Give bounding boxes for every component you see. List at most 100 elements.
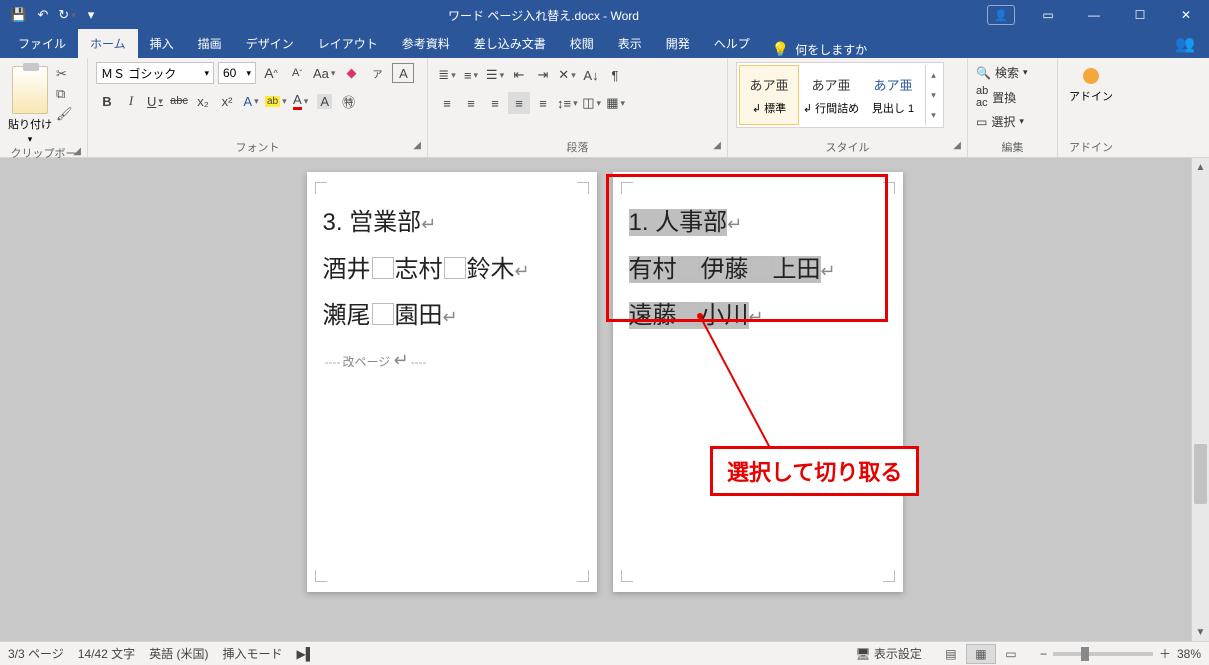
account-icon[interactable]: 👤: [987, 5, 1015, 25]
tab-layout[interactable]: レイアウト: [306, 29, 390, 58]
tab-insert[interactable]: 挿入: [138, 29, 186, 58]
find-button[interactable]: 🔍検索▾: [976, 64, 1028, 81]
undo-icon[interactable]: ↶: [34, 6, 52, 24]
annotation-selection-box: [606, 174, 888, 322]
bold-button[interactable]: B: [96, 90, 118, 112]
show-marks-button[interactable]: ¶: [604, 64, 626, 86]
zoom-out-button[interactable]: −: [1040, 647, 1047, 661]
styles-gallery[interactable]: あア亜 ↲ 標準 あア亜 ↲ 行間詰め あア亜 見出し 1 ▴▾▾: [736, 62, 944, 128]
align-left-button[interactable]: ≡: [436, 92, 458, 114]
align-right-button[interactable]: ≡: [484, 92, 506, 114]
font-launcher[interactable]: ◢: [413, 140, 421, 151]
style-normal[interactable]: あア亜 ↲ 標準: [739, 65, 799, 125]
tab-draw[interactable]: 描画: [186, 29, 234, 58]
text-effects-button[interactable]: A: [240, 90, 262, 112]
tab-view[interactable]: 表示: [606, 29, 654, 58]
highlight-button[interactable]: ab: [264, 90, 288, 112]
strike-button[interactable]: abc: [168, 90, 190, 112]
read-mode-button[interactable]: ▤: [936, 644, 966, 664]
page-left[interactable]: 3. 営業部 酒井志村鈴木 瀬尾園田 改ページ: [307, 172, 597, 592]
change-case-button[interactable]: Aa: [312, 62, 336, 84]
bulb-icon: 💡: [772, 41, 789, 58]
ribbon-options-icon[interactable]: ▭: [1025, 0, 1071, 30]
sort-button[interactable]: A↓: [580, 64, 602, 86]
char-shading-button[interactable]: A: [314, 90, 336, 112]
zoom-level[interactable]: 38%: [1177, 647, 1201, 661]
select-button[interactable]: ▭選択▾: [976, 113, 1028, 130]
tab-help[interactable]: ヘルプ: [702, 29, 762, 58]
styles-more[interactable]: ▴▾▾: [925, 65, 941, 125]
grow-font-button[interactable]: A^: [260, 62, 282, 84]
display-settings[interactable]: 🖥 表示設定: [855, 645, 922, 662]
addin-button[interactable]: アドイン: [1066, 68, 1116, 104]
numbering-button[interactable]: ≡: [460, 64, 482, 86]
increase-indent-button[interactable]: ⇥: [532, 64, 554, 86]
minimize-button[interactable]: ―: [1071, 0, 1117, 30]
tab-mailings[interactable]: 差し込み文書: [462, 29, 558, 58]
superscript-button[interactable]: x²: [216, 90, 238, 112]
paragraph-launcher[interactable]: ◢: [713, 140, 721, 151]
multilevel-button[interactable]: ☰: [484, 64, 506, 86]
quick-access-toolbar: 💾 ↶ ↻ ▾: [0, 6, 100, 24]
redo-icon[interactable]: ↻: [58, 6, 76, 24]
language-indicator[interactable]: 英語 (米国): [149, 645, 208, 662]
word-count[interactable]: 14/42 文字: [78, 645, 135, 662]
scroll-down-icon[interactable]: ▼: [1192, 623, 1209, 641]
share-button[interactable]: 👥: [1161, 30, 1209, 58]
line-spacing-button[interactable]: ↕≡: [556, 92, 579, 114]
style-heading1[interactable]: あア亜 見出し 1: [863, 65, 923, 125]
group-font: ＭＳ ゴシック▾ 60▾ A^ Aˇ Aa ◆ ア A B I U abc x₂…: [88, 58, 428, 157]
zoom-slider[interactable]: [1053, 652, 1153, 656]
web-layout-button[interactable]: ▭: [996, 644, 1026, 664]
borders-button[interactable]: ▦: [605, 92, 627, 114]
style-nospacing[interactable]: あア亜 ↲ 行間詰め: [801, 65, 861, 125]
tab-review[interactable]: 校閲: [558, 29, 606, 58]
macro-icon[interactable]: ▶▌: [297, 647, 315, 661]
font-name-select[interactable]: ＭＳ ゴシック▾: [96, 62, 214, 84]
vertical-scrollbar[interactable]: ▲ ▼: [1191, 158, 1209, 641]
tab-design[interactable]: デザイン: [234, 29, 306, 58]
maximize-button[interactable]: ☐: [1117, 0, 1163, 30]
save-icon[interactable]: 💾: [10, 6, 28, 24]
replace-button[interactable]: abac置換: [976, 85, 1028, 109]
char-border-button[interactable]: A: [392, 63, 414, 83]
distribute-button[interactable]: ≡: [532, 92, 554, 114]
tab-developer[interactable]: 開発: [654, 29, 702, 58]
decrease-indent-button[interactable]: ⇤: [508, 64, 530, 86]
insert-mode[interactable]: 挿入モード: [222, 645, 282, 662]
tab-home[interactable]: ホーム: [78, 29, 138, 58]
tell-me-search[interactable]: 💡 何をしますか: [772, 41, 867, 58]
cut-icon[interactable]: ✂: [56, 66, 73, 82]
scroll-thumb[interactable]: [1194, 444, 1207, 504]
asian-layout-button[interactable]: ✕: [556, 64, 578, 86]
shrink-font-button[interactable]: Aˇ: [286, 62, 308, 84]
qat-customize-icon[interactable]: ▾: [82, 6, 100, 24]
tab-file[interactable]: ファイル: [6, 29, 78, 58]
close-button[interactable]: ✕: [1163, 0, 1209, 30]
editing-label: 編集: [976, 139, 1049, 157]
clear-format-button[interactable]: ◆: [340, 62, 362, 84]
shading-button[interactable]: ◫: [581, 92, 603, 114]
italic-button[interactable]: I: [120, 90, 142, 112]
subscript-button[interactable]: x₂: [192, 90, 214, 112]
font-color-button[interactable]: A: [290, 90, 312, 112]
group-editing: 🔍検索▾ abac置換 ▭選択▾ 編集: [968, 58, 1058, 157]
bullets-button[interactable]: ≣: [436, 64, 458, 86]
print-layout-button[interactable]: ▦: [966, 644, 996, 664]
justify-button[interactable]: ≡: [508, 92, 530, 114]
styles-launcher[interactable]: ◢: [953, 140, 961, 151]
annotation-line: [700, 316, 790, 456]
format-painter-icon[interactable]: 🖌: [56, 106, 73, 122]
copy-icon[interactable]: ⧉: [56, 86, 73, 102]
clipboard-launcher[interactable]: ◢: [73, 146, 81, 157]
phonetic-guide-button[interactable]: ア: [366, 62, 388, 84]
align-center-button[interactable]: ≡: [460, 92, 482, 114]
scroll-up-icon[interactable]: ▲: [1192, 158, 1209, 176]
enclose-char-button[interactable]: ㊕: [338, 90, 360, 112]
page-indicator[interactable]: 3/3 ページ: [8, 645, 64, 662]
underline-button[interactable]: U: [144, 90, 166, 112]
zoom-in-button[interactable]: ＋: [1159, 645, 1171, 662]
paste-button[interactable]: 貼り付け ▾: [8, 62, 52, 145]
font-size-select[interactable]: 60▾: [218, 62, 256, 84]
tab-references[interactable]: 参考資料: [390, 29, 462, 58]
